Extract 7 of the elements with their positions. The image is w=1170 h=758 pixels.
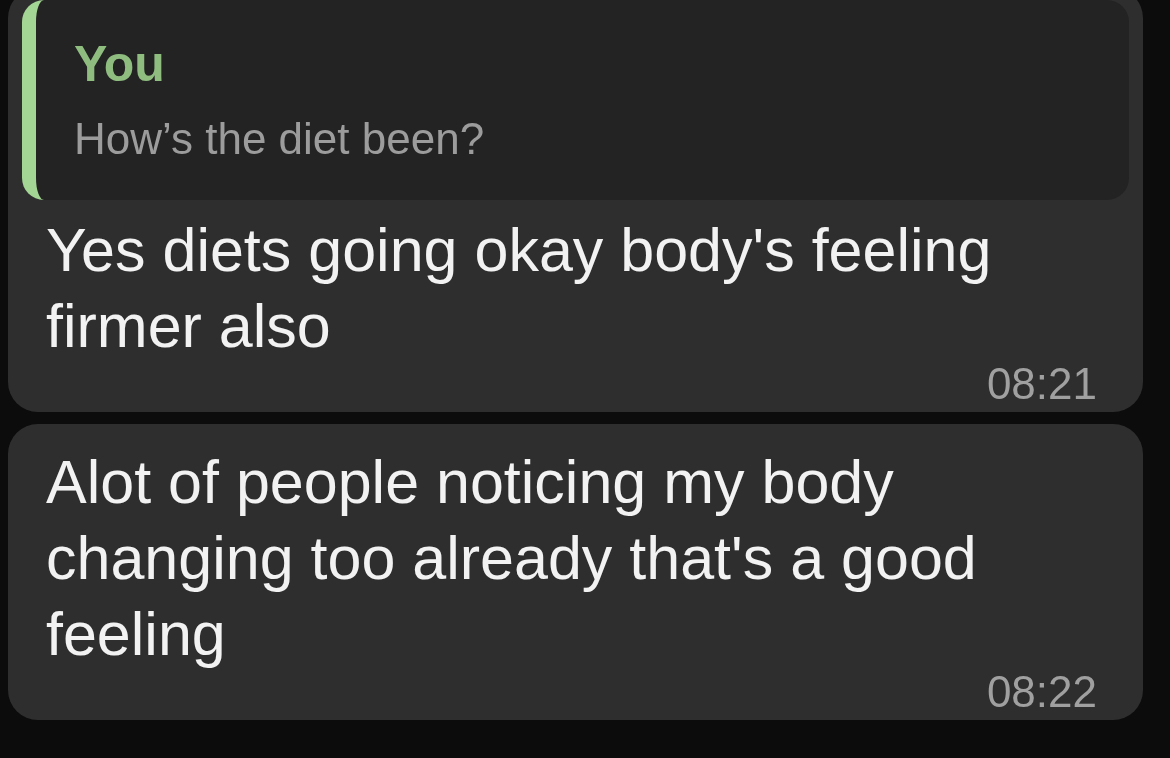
message-time: 08:21 [986, 364, 1097, 404]
reply-quote[interactable]: You How’s the diet been? [22, 0, 1129, 200]
message-text: Yes diets going okay body's feeling firmer also [45, 215, 993, 362]
quote-text: How’s the diet been? [74, 114, 486, 164]
quote-author: You [74, 36, 166, 92]
message-time: 08:22 [986, 672, 1097, 712]
message-text: Alot of people noticing my body changing too already that's a good feeling [45, 447, 978, 670]
